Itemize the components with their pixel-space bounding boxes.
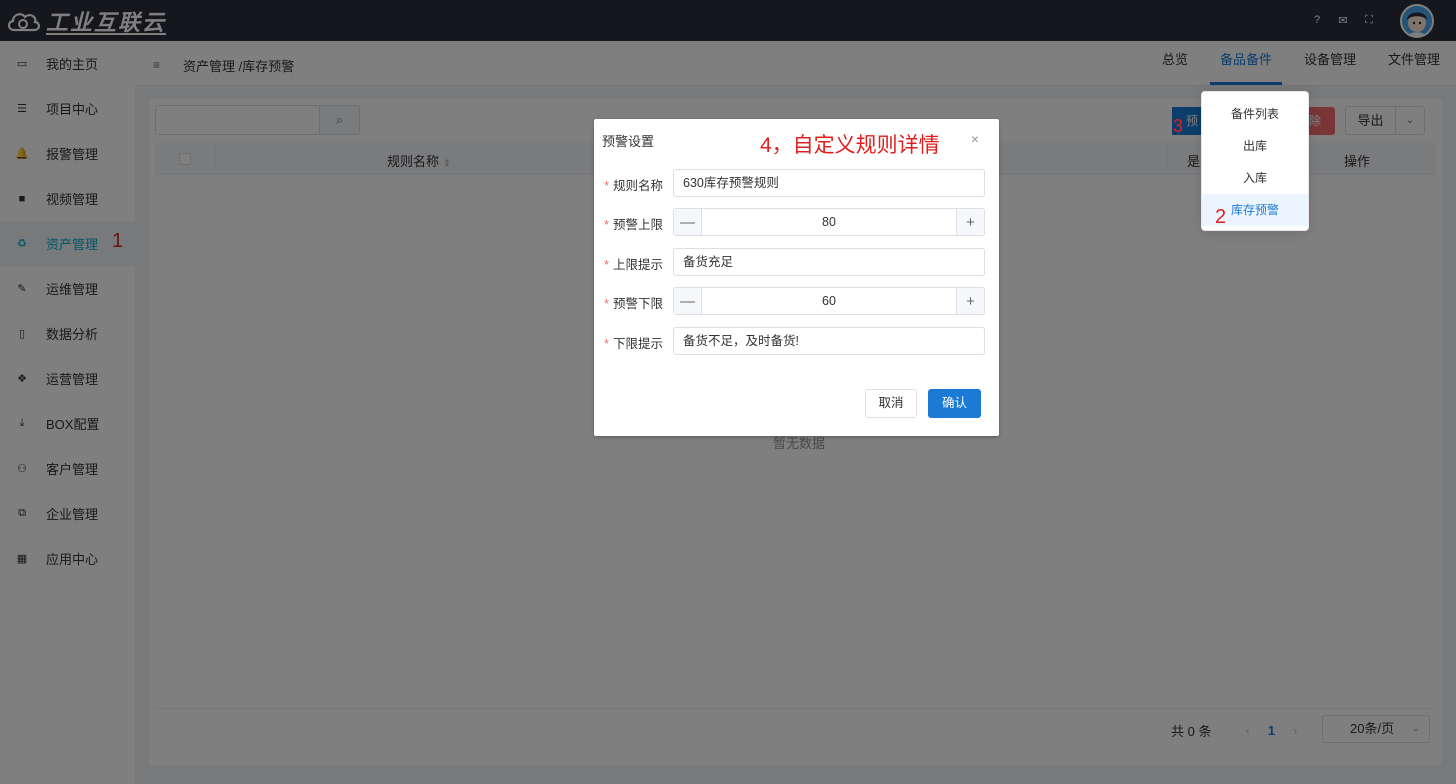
lower-limit-value[interactable]: 60	[702, 288, 956, 314]
form-row-upper-limit: * 预警上限 — 80 +	[594, 208, 999, 236]
dropdown-item-inbound[interactable]: 入库	[1202, 162, 1308, 194]
rule-name-label: 规则名称	[612, 179, 663, 193]
form-label: * 预警下限	[604, 293, 663, 312]
close-icon[interactable]: ×	[971, 131, 979, 147]
required-mark: *	[604, 179, 609, 193]
required-mark: *	[604, 258, 609, 272]
lower-hint-field[interactable]: 备货不足，及时备货!	[673, 327, 985, 355]
decrement-button[interactable]: —	[674, 209, 702, 235]
form-row-rule-name: * 规则名称 630库存预警规则	[594, 169, 999, 197]
decrement-button[interactable]: —	[674, 288, 702, 314]
increment-button[interactable]: +	[956, 288, 984, 314]
form-label: * 下限提示	[604, 333, 663, 352]
cancel-button[interactable]: 取消	[865, 389, 917, 418]
upper-limit-value[interactable]: 80	[702, 209, 956, 235]
lower-limit-label: 预警下限	[612, 297, 663, 311]
dialog-title: 预警设置	[602, 134, 655, 149]
form-row-lower-limit: * 预警下限 — 60 +	[594, 287, 999, 315]
form-label: * 上限提示	[604, 254, 663, 273]
upper-limit-label: 预警上限	[612, 218, 663, 232]
dropdown-item-outbound[interactable]: 出库	[1202, 130, 1308, 162]
annotation-step-3: 3	[1173, 116, 1184, 136]
upper-limit-stepper[interactable]: — 80 +	[673, 208, 985, 236]
upper-hint-label: 上限提示	[612, 258, 663, 272]
annotation-step-2: 2	[1215, 206, 1227, 228]
form-label: * 预警上限	[604, 214, 663, 233]
increment-button[interactable]: +	[956, 209, 984, 235]
lower-hint-label: 下限提示	[612, 337, 663, 351]
confirm-button[interactable]: 确认	[928, 389, 981, 418]
rule-name-field[interactable]: 630库存预警规则	[673, 169, 985, 197]
warning-settings-dialog: 预警设置 4，自定义规则详情 × * 规则名称 630库存预警规则 * 预警上限 —…	[594, 119, 999, 436]
required-mark: *	[604, 337, 609, 351]
form-label: * 规则名称	[604, 175, 663, 194]
required-mark: *	[604, 297, 609, 311]
upper-hint-field[interactable]: 备货充足	[673, 248, 985, 276]
annotation-step-4: 4，自定义规则详情	[760, 134, 940, 157]
form-row-upper-hint: * 上限提示 备货充足	[594, 248, 999, 276]
dropdown-item-parts-list[interactable]: 备件列表	[1202, 98, 1308, 130]
form-row-lower-hint: * 下限提示 备货不足，及时备货!	[594, 327, 999, 355]
lower-limit-stepper[interactable]: — 60 +	[673, 287, 985, 315]
required-mark: *	[604, 218, 609, 232]
